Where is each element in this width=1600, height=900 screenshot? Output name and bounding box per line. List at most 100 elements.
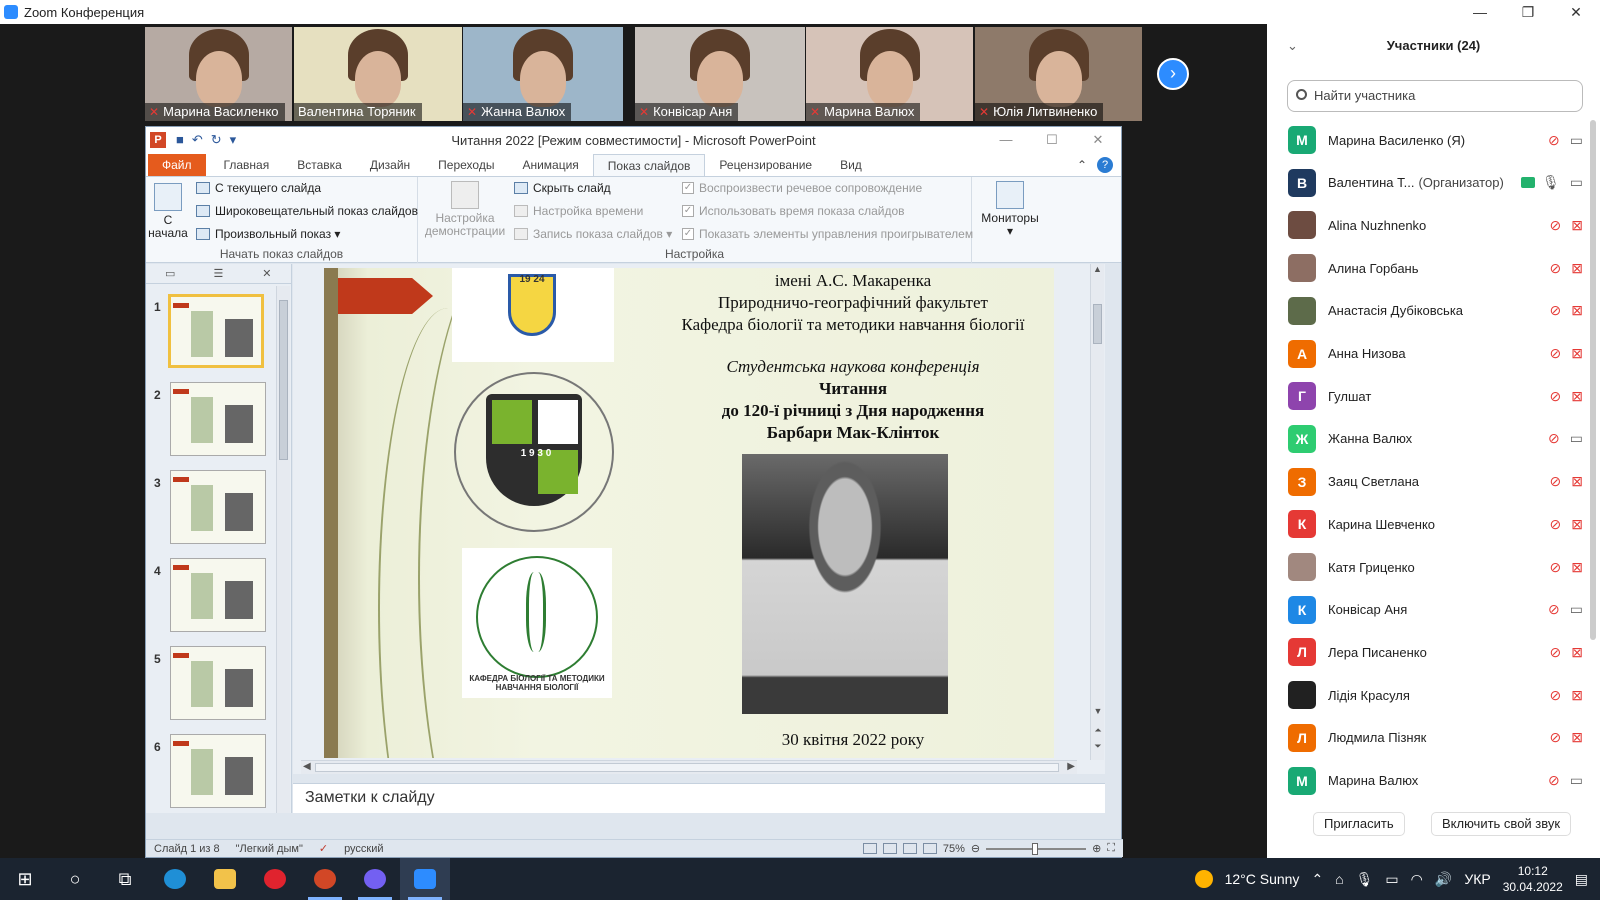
participant-video-tile[interactable]: ✕ Марина Валюх xyxy=(806,27,973,121)
scroll-thumb[interactable] xyxy=(279,300,288,460)
participant-row[interactable]: Л Лера Писаненко ⊘ ⊠ xyxy=(1267,631,1587,673)
input-language[interactable]: УКР xyxy=(1464,871,1490,887)
slide-horizontal-scrollbar[interactable]: ◀ ▶ xyxy=(301,760,1077,774)
tab-7[interactable]: Рецензирование xyxy=(705,154,826,176)
use-timings-checkbox[interactable]: ✓ Использовать время показа слайдов xyxy=(682,204,905,218)
save-icon[interactable]: ■ xyxy=(176,132,184,148)
volume-icon[interactable]: 🔊 xyxy=(1435,871,1452,888)
slide-canvas[interactable]: 19 24 1 9 3 0 КАФЕДРА БІОЛОГІЇ ТА МЕТОДИ… xyxy=(324,268,1054,758)
participant-row[interactable]: К Карина Шевченко ⊘ ⊠ xyxy=(1267,503,1587,545)
fit-to-window-icon[interactable]: ⛶ xyxy=(1107,842,1115,855)
tab-6[interactable]: Показ слайдов xyxy=(592,154,706,176)
language-indicator[interactable]: русский xyxy=(336,843,391,855)
notifications-icon[interactable]: ▤ xyxy=(1575,871,1588,888)
participant-row[interactable]: К Конвісар Аня ⊘ ▭ xyxy=(1267,589,1587,631)
monitors-button[interactable]: Мониторы ▾ xyxy=(978,181,1042,238)
network-icon[interactable]: ⌂ xyxy=(1335,871,1343,887)
powerpoint-app[interactable] xyxy=(300,858,350,900)
scroll-left-icon[interactable]: ◀ xyxy=(303,761,311,772)
participant-row[interactable]: Ж Жанна Валюх ⊘ ▭ xyxy=(1267,418,1587,460)
participant-row[interactable]: Alina Nuzhnenko ⊘ ⊠ xyxy=(1267,204,1587,246)
play-narrations-checkbox[interactable]: ✓ Воспроизвести речевое сопровождение xyxy=(682,181,922,195)
from-current-slide-button[interactable]: С текущего слайда xyxy=(196,181,321,195)
minimize-button[interactable]: — xyxy=(1456,4,1504,21)
slide-thumbnail[interactable] xyxy=(170,734,266,808)
slide-vertical-scrollbar[interactable]: ▲ ▼ ⏶ ⏷ xyxy=(1090,264,1104,760)
scroll-up-icon[interactable]: ▲ xyxy=(1091,264,1104,274)
participant-row[interactable]: М Марина Валюх ⊘ ▭ xyxy=(1267,760,1587,802)
ppt-maximize-button[interactable]: ☐ xyxy=(1029,132,1075,148)
zoom-in-icon[interactable]: ⊕ xyxy=(1092,842,1101,855)
opera-app[interactable] xyxy=(250,858,300,900)
slide-thumbnail[interactable] xyxy=(170,646,266,720)
participant-row[interactable]: М Марина Василенко (Я) ⊘ ▭ xyxy=(1267,119,1587,161)
ppt-close-button[interactable]: ✕ xyxy=(1075,132,1121,148)
undo-icon[interactable]: ↶ xyxy=(192,132,203,148)
spell-check-icon[interactable]: ✓ xyxy=(311,842,336,855)
slide-thumbnail[interactable] xyxy=(168,294,264,368)
participant-search-input[interactable]: Найти участника xyxy=(1287,80,1583,112)
participant-video-tile[interactable]: ✕ Конвісар Аня xyxy=(635,27,805,121)
outline-tab-icon[interactable]: ☰ xyxy=(194,267,242,280)
clock[interactable]: 10:12 30.04.2022 xyxy=(1503,863,1563,895)
rehearse-timings-button[interactable]: Настройка времени xyxy=(514,204,643,218)
ppt-minimize-button[interactable]: — xyxy=(983,132,1029,148)
redo-icon[interactable]: ↻ xyxy=(211,132,222,148)
participant-row[interactable]: Л Людмила Пізняк ⊘ ⊠ xyxy=(1267,717,1587,759)
slide-sorter-button[interactable] xyxy=(882,843,897,854)
participant-row[interactable]: З Заяц Светлана ⊘ ⊠ xyxy=(1267,461,1587,503)
participant-video-tile[interactable]: Валентина Торяник xyxy=(294,27,462,121)
slide-thumbnail[interactable] xyxy=(170,470,266,544)
help-icon[interactable]: ? xyxy=(1097,157,1113,173)
participants-scrollbar[interactable] xyxy=(1590,120,1596,640)
zoom-out-icon[interactable]: ⊖ xyxy=(971,842,980,855)
participant-row[interactable]: Г Гулшат ⊘ ⊠ xyxy=(1267,375,1587,417)
viber-app[interactable] xyxy=(350,858,400,900)
participant-row[interactable]: Лідія Красуля ⊘ ⊠ xyxy=(1267,674,1587,716)
wifi-icon[interactable]: ◠ xyxy=(1411,871,1423,888)
participant-row[interactable]: В Валентина Т... (Организатор) 🎙 ▭ xyxy=(1267,162,1587,204)
slides-tab-icon[interactable]: ▭ xyxy=(146,267,194,280)
prev-slide-icon[interactable]: ⏶ xyxy=(1091,725,1105,736)
slide-notes-area[interactable]: Заметки к слайду xyxy=(293,783,1105,813)
setup-show-button[interactable]: Настройка демонстрации xyxy=(424,181,506,238)
search-button[interactable]: ○ xyxy=(50,858,100,900)
tab-0[interactable]: Файл xyxy=(148,154,206,176)
normal-view-button[interactable] xyxy=(862,843,877,854)
unmute-myself-button[interactable]: Включить свой звук xyxy=(1431,812,1572,836)
edge-app[interactable] xyxy=(150,858,200,900)
close-pane-icon[interactable]: ✕ xyxy=(243,267,291,280)
explorer-app[interactable] xyxy=(200,858,250,900)
zoom-level[interactable]: 75% xyxy=(943,843,965,855)
zoom-slider[interactable] xyxy=(986,842,1087,855)
h-scroll-thumb[interactable] xyxy=(315,763,1059,772)
customize-qat-icon[interactable]: ▾ xyxy=(230,132,237,148)
invite-button[interactable]: Пригласить xyxy=(1313,812,1405,836)
record-show-button[interactable]: Запись показа слайдов ▾ xyxy=(514,227,672,241)
participant-row[interactable]: Катя Гриценко ⊘ ⊠ xyxy=(1267,546,1587,588)
tab-8[interactable]: Вид xyxy=(826,154,876,176)
tab-3[interactable]: Дизайн xyxy=(356,154,424,176)
participant-video-tile[interactable]: ✕ Марина Василенко xyxy=(145,27,292,121)
participant-row[interactable]: Анастасія Дубіковська ⊘ ⊠ xyxy=(1267,290,1587,332)
close-button[interactable]: ✕ xyxy=(1552,4,1600,21)
tab-1[interactable]: Главная xyxy=(210,154,284,176)
next-page-button[interactable]: › xyxy=(1157,58,1189,90)
tab-5[interactable]: Анимация xyxy=(508,154,592,176)
mic-tray-icon[interactable]: 🎙 xyxy=(1356,871,1374,888)
participant-row[interactable]: Алина Горбань ⊘ ⊠ xyxy=(1267,247,1587,289)
restore-button[interactable]: ❐ xyxy=(1504,4,1552,21)
zoom-app[interactable] xyxy=(400,858,450,900)
hide-slide-button[interactable]: Скрыть слайд xyxy=(514,181,611,195)
show-controls-checkbox[interactable]: ✓ Показать элементы управления проигрыват… xyxy=(682,227,973,241)
custom-show-button[interactable]: Произвольный показ ▾ xyxy=(196,227,340,241)
tab-4[interactable]: Переходы xyxy=(424,154,508,176)
scroll-right-icon[interactable]: ▶ xyxy=(1067,761,1075,772)
minimize-ribbon-icon[interactable]: ⌃ xyxy=(1077,158,1087,172)
slide-thumbnail[interactable] xyxy=(170,558,266,632)
task-view-button[interactable]: ⧉ xyxy=(100,858,150,900)
tray-chevron-icon[interactable]: ⌃ xyxy=(1311,871,1323,888)
participant-video-tile[interactable]: ✕ Юлія Литвиненко xyxy=(975,27,1142,121)
slide-thumbnail[interactable] xyxy=(170,382,266,456)
tab-2[interactable]: Вставка xyxy=(283,154,356,176)
